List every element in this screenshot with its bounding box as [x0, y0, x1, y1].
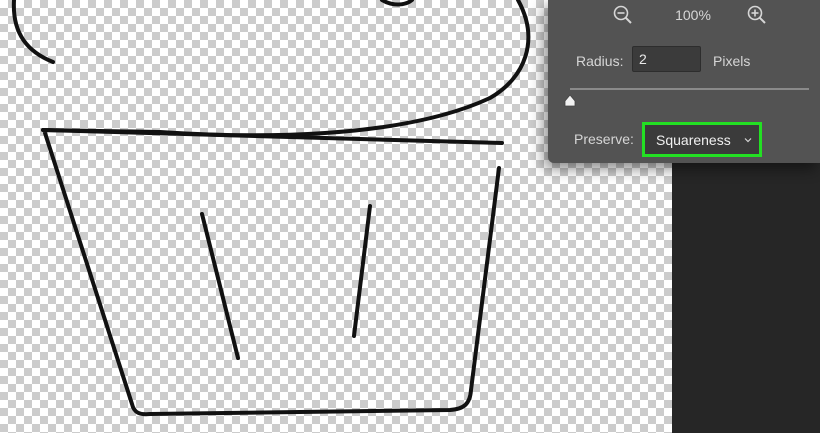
frosting-top-arc — [380, 0, 414, 7]
zoom-in-button[interactable] — [746, 4, 768, 26]
preserve-selected-value: Squareness — [656, 132, 731, 148]
preview-zoom-controls: 100% — [548, 4, 820, 26]
minimum-filter-dialog: 100% Radius: Pixels Preserve: Squareness — [548, 0, 820, 163]
radius-label: Radius: — [576, 53, 624, 69]
frosting-right-edge — [41, 0, 531, 138]
slider-thumb-icon — [564, 94, 576, 107]
preserve-label: Preserve: — [574, 131, 634, 147]
radius-slider-track[interactable] — [570, 88, 809, 90]
cup-left-stripe — [200, 212, 240, 360]
cup-outline — [41, 128, 504, 417]
zoom-in-icon — [747, 5, 766, 24]
radius-unit-label: Pixels — [713, 53, 751, 69]
zoom-out-button[interactable] — [612, 4, 634, 26]
frosting-left-curl — [11, 0, 55, 64]
zoom-out-icon — [613, 5, 632, 24]
workspace: 100% Radius: Pixels Preserve: Squareness — [0, 0, 820, 433]
zoom-level-readout: 100% — [675, 7, 711, 23]
radius-input[interactable] — [632, 46, 701, 72]
preserve-dropdown[interactable]: Squareness — [642, 122, 762, 157]
chevron-down-icon — [744, 138, 752, 143]
radius-slider-thumb[interactable] — [563, 94, 577, 108]
cup-right-stripe — [352, 204, 372, 338]
